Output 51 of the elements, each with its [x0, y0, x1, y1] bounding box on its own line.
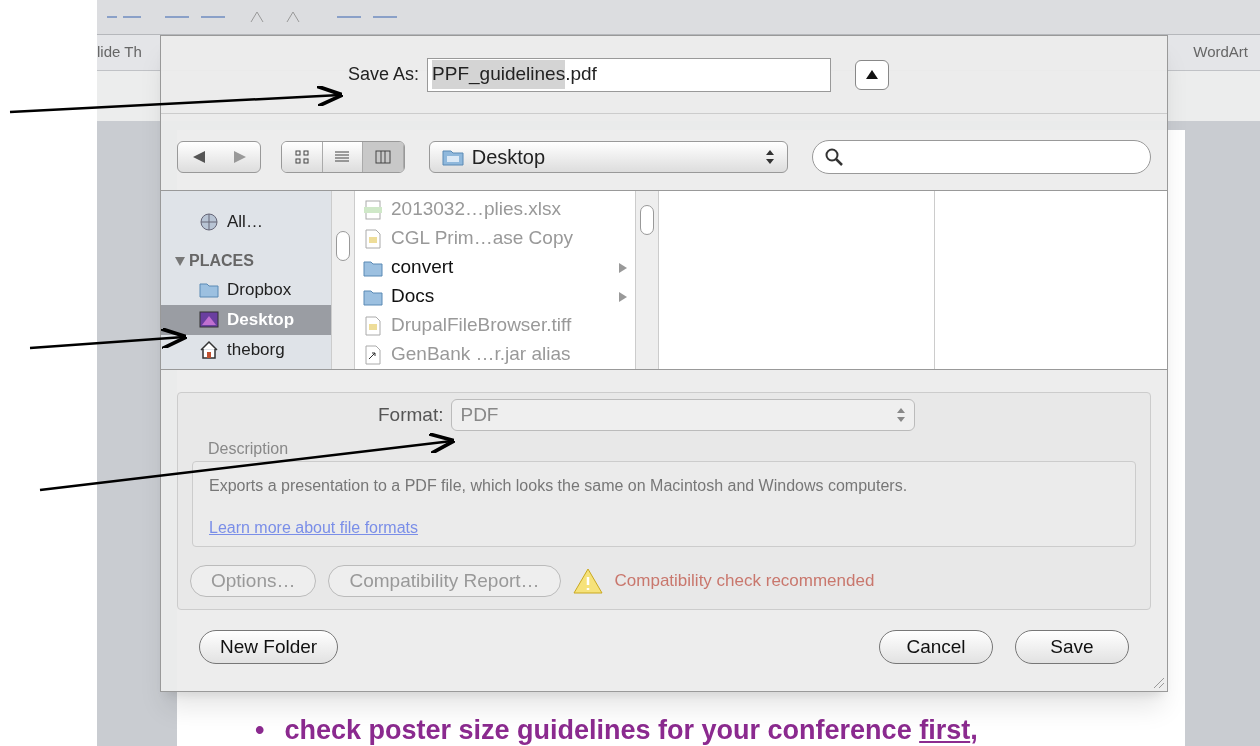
file-item[interactable]: Docs [363, 282, 635, 311]
resize-grip-icon[interactable] [1151, 675, 1165, 689]
file-item[interactable]: convert [363, 253, 635, 282]
xlsx-file-icon [363, 199, 383, 220]
back-forward-button[interactable] [177, 141, 262, 173]
format-popup[interactable]: PDF [451, 399, 916, 431]
stepper-icon [896, 407, 907, 423]
stepper-icon [764, 149, 775, 165]
view-mode-button[interactable] [282, 142, 323, 172]
forward-icon [233, 151, 246, 163]
disclosure-arrow-icon [619, 262, 627, 273]
home-icon [199, 340, 219, 360]
save-as-label: Save As: [348, 63, 420, 86]
slide-text: check poster size guidelines for your conference first, [284, 714, 978, 746]
description-text: Exports a presentation to a PDF file, which looks the same on Macintosh and Windows computers. [209, 476, 909, 496]
columns-view-icon [374, 149, 391, 165]
warning-icon [572, 568, 603, 594]
network-icon [199, 212, 219, 232]
sidebar-item[interactable]: Desktop [161, 305, 331, 335]
collapse-button[interactable] [855, 59, 890, 90]
description-label: Description [208, 439, 290, 459]
location-popup[interactable]: Desktop [428, 141, 788, 173]
document-file-icon [363, 228, 383, 249]
new-folder-button[interactable]: New Folder [199, 630, 339, 664]
back-icon [192, 151, 205, 163]
disclosure-arrow-icon [619, 291, 627, 302]
ribbon-tab[interactable]: lide Th [97, 41, 142, 64]
learn-more-link[interactable]: Learn more about file formats [209, 516, 418, 540]
view-mode-button[interactable] [363, 142, 404, 172]
icons-view-icon [294, 149, 310, 165]
filename-field[interactable]: PPF_guidelines.pdf [427, 57, 832, 92]
view-mode-button[interactable] [322, 142, 364, 172]
dialog-button[interactable]: Save [1015, 630, 1129, 664]
folder-icon [441, 148, 464, 166]
search-field[interactable] [811, 140, 1151, 174]
warning-text: Compatibility check recommended [614, 570, 875, 593]
dialog-button[interactable]: Cancel [879, 630, 993, 664]
search-icon [824, 148, 843, 166]
scrollbar[interactable] [635, 191, 659, 369]
document-file-icon [363, 315, 383, 336]
format-label: Format: [378, 402, 444, 427]
scrollbar[interactable] [331, 191, 355, 369]
disclosure-triangle-icon[interactable] [175, 256, 185, 266]
desktop-icon [199, 310, 219, 330]
bullet: • [255, 714, 265, 746]
up-triangle-icon [866, 70, 879, 79]
folder-icon [199, 280, 219, 300]
alias-file-icon [363, 344, 383, 365]
sidebar-header: PLACES [189, 251, 254, 271]
ribbon-tab[interactable]: WordArt [1193, 41, 1260, 64]
list-view-icon [334, 149, 351, 165]
